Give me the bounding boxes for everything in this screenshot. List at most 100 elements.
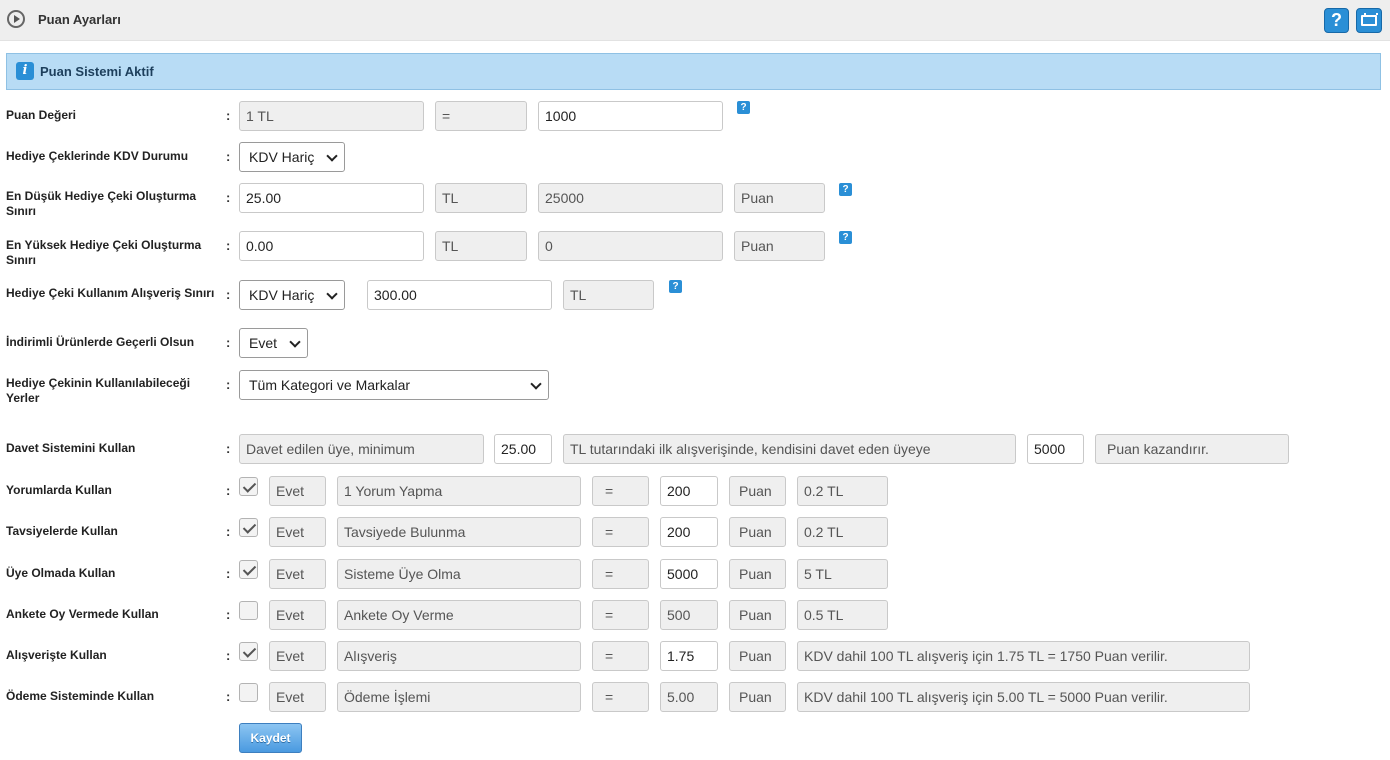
rule-result: KDV dahil 100 TL alışveriş için 1.75 TL … xyxy=(797,641,1250,671)
invite-text-3: Puan kazandırır. xyxy=(1095,434,1289,464)
rule-status: Evet xyxy=(269,476,326,506)
kdv-select[interactable]: KDV Hariç xyxy=(239,142,345,172)
page-header: Puan Ayarları ? xyxy=(0,0,1390,41)
rule-result: 0.5 TL xyxy=(797,600,888,630)
rule-label: Ödeme Sisteminde Kullan xyxy=(6,689,155,703)
max-limit-unit: TL xyxy=(435,231,527,261)
rule-value-input[interactable]: 200 xyxy=(660,517,718,547)
rule-equals: = xyxy=(592,517,649,547)
circle-arrow-icon[interactable] xyxy=(7,10,25,28)
invite-points-input[interactable]: 5000 xyxy=(1027,434,1084,464)
rule-checkbox[interactable] xyxy=(239,642,258,661)
max-limit-input[interactable]: 0.00 xyxy=(239,231,424,261)
info-icon: i xyxy=(16,62,34,80)
usage-limit-unit: TL xyxy=(563,280,654,310)
save-button[interactable]: Kaydet xyxy=(239,723,302,753)
max-limit-points: 0 xyxy=(538,231,723,261)
help-icon[interactable]: ? xyxy=(839,183,852,196)
rule-action: Tavsiyede Bulunma xyxy=(337,517,581,547)
rule-status: Evet xyxy=(269,517,326,547)
label-discounted: İndirimli Ürünlerde Geçerli Olsun xyxy=(6,335,195,349)
invite-amount-input[interactable]: 25.00 xyxy=(494,434,552,464)
rule-checkbox[interactable] xyxy=(239,683,258,702)
rule-action: Ankete Oy Verme xyxy=(337,600,581,630)
rule-checkbox[interactable] xyxy=(239,560,258,579)
equals-field: = xyxy=(435,101,527,131)
puan-degeri-tl-field: 1 TL xyxy=(239,101,424,131)
colon: : xyxy=(226,566,231,581)
rule-equals: = xyxy=(592,682,649,712)
rule-action: 1 Yorum Yapma xyxy=(337,476,581,506)
rule-equals: = xyxy=(592,641,649,671)
colon: : xyxy=(226,287,231,302)
rule-result: 5 TL xyxy=(797,559,888,589)
colon: : xyxy=(226,149,231,164)
rule-status: Evet xyxy=(269,559,326,589)
status-info-bar: i Puan Sistemi Aktif xyxy=(6,53,1381,90)
rule-result: 0.2 TL xyxy=(797,476,888,506)
help-icon[interactable]: ? xyxy=(737,101,750,114)
min-limit-points-unit: Puan xyxy=(734,183,825,213)
colon: : xyxy=(226,483,231,498)
colon: : xyxy=(226,441,231,456)
label-kdv-durumu: Hediye Çeklerinde KDV Durumu xyxy=(6,149,189,163)
rule-unit: Puan xyxy=(729,641,786,671)
colon: : xyxy=(226,648,231,663)
discounted-select[interactable]: Evet xyxy=(239,328,308,358)
rule-equals: = xyxy=(592,600,649,630)
colon: : xyxy=(226,108,231,123)
usage-kdv-select[interactable]: KDV Hariç xyxy=(239,280,345,310)
invite-text-2: TL tutarındaki ilk alışverişinde, kendis… xyxy=(563,434,1016,464)
rule-unit: Puan xyxy=(729,600,786,630)
help-button[interactable]: ? xyxy=(1324,8,1349,33)
rule-value-input[interactable]: 5000 xyxy=(660,559,718,589)
rule-label: Yorumlarda Kullan xyxy=(6,483,112,497)
rule-label: Üye Olmada Kullan xyxy=(6,566,116,580)
colon: : xyxy=(226,238,231,253)
colon: : xyxy=(226,335,231,350)
label-min-limit: En Düşük Hediye Çeki Oluşturma Sınırı xyxy=(6,189,197,218)
usable-places-select[interactable]: Tüm Kategori ve Markalar xyxy=(239,370,549,400)
rule-equals: = xyxy=(592,476,649,506)
colon: : xyxy=(226,524,231,539)
rule-unit: Puan xyxy=(729,476,786,506)
help-icon[interactable]: ? xyxy=(839,231,852,244)
min-limit-points: 25000 xyxy=(538,183,723,213)
rule-action: Alışveriş xyxy=(337,641,581,671)
video-tutorial-button[interactable] xyxy=(1356,8,1382,33)
rule-status: Evet xyxy=(269,682,326,712)
label-max-limit: En Yüksek Hediye Çeki Oluşturma Sınırı xyxy=(6,238,202,267)
rule-result: KDV dahil 100 TL alışveriş için 5.00 TL … xyxy=(797,682,1250,712)
film-icon xyxy=(1361,13,1378,26)
usage-limit-input[interactable]: 300.00 xyxy=(367,280,552,310)
rule-checkbox[interactable] xyxy=(239,477,258,496)
rule-label: Alışverişte Kullan xyxy=(6,648,107,662)
help-icon[interactable]: ? xyxy=(669,280,682,293)
min-limit-input[interactable]: 25.00 xyxy=(239,183,424,213)
rule-unit: Puan xyxy=(729,517,786,547)
rule-checkbox[interactable] xyxy=(239,518,258,537)
rule-status: Evet xyxy=(269,641,326,671)
rule-unit: Puan xyxy=(729,559,786,589)
rule-value-input: 500 xyxy=(660,600,718,630)
label-usable-places: Hediye Çekinin Kullanılabileceği Yerler xyxy=(6,376,191,405)
status-text: Puan Sistemi Aktif xyxy=(40,64,154,79)
min-limit-unit: TL xyxy=(435,183,527,213)
rule-label: Tavsiyelerde Kullan xyxy=(6,524,118,538)
rule-value-input[interactable]: 200 xyxy=(660,476,718,506)
rule-value-input: 5.00 xyxy=(660,682,718,712)
rule-action: Ödeme İşlemi xyxy=(337,682,581,712)
label-invite: Davet Sistemini Kullan xyxy=(6,441,136,455)
colon: : xyxy=(226,377,231,392)
puan-degeri-input[interactable]: 1000 xyxy=(538,101,723,131)
rule-status: Evet xyxy=(269,600,326,630)
page-title: Puan Ayarları xyxy=(38,12,121,27)
colon: : xyxy=(226,689,231,704)
rule-result: 0.2 TL xyxy=(797,517,888,547)
rule-checkbox[interactable] xyxy=(239,601,258,620)
max-limit-points-unit: Puan xyxy=(734,231,825,261)
rule-value-input[interactable]: 1.75 xyxy=(660,641,718,671)
colon: : xyxy=(226,607,231,622)
label-usage-limit: Hediye Çeki Kullanım Alışveriş Sınırı xyxy=(6,286,215,300)
rule-unit: Puan xyxy=(729,682,786,712)
